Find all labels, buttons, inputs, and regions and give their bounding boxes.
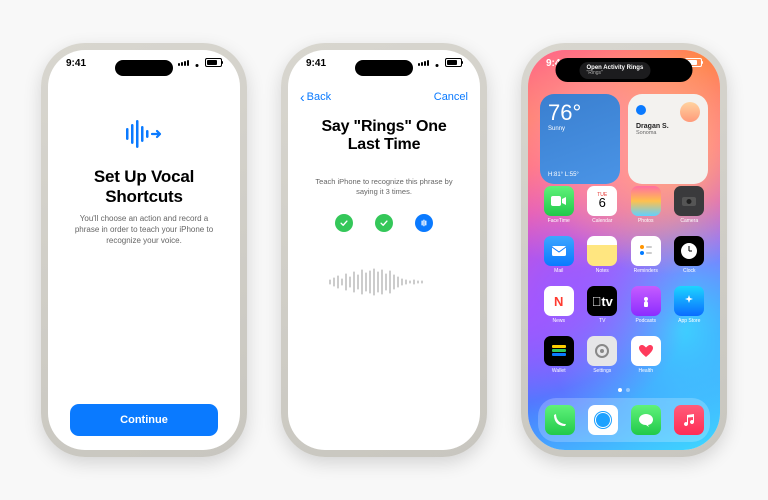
news-icon: N	[544, 286, 574, 316]
phone-setup: 9:41	[41, 43, 247, 457]
phone-record: 9:41 ‹ Back Cancel Say "Rings" One Last …	[281, 43, 487, 457]
status-indicators	[418, 58, 462, 67]
app-label: Health	[639, 368, 653, 374]
island-notification: Open Activity Rings "Rings"	[580, 62, 651, 79]
record-body: Teach iPhone to recognize this phrase by…	[308, 177, 460, 197]
wifi-icon	[432, 59, 442, 67]
app-label: Notes	[596, 268, 609, 274]
weather-temp: 76°	[548, 102, 612, 124]
tv-icon: tv	[587, 286, 617, 316]
app-reminders[interactable]: Reminders	[629, 236, 663, 274]
stage: 9:41	[0, 0, 768, 500]
weather-widget[interactable]: 76° Sunny H:81° L:55°	[540, 94, 620, 184]
record-progress	[335, 214, 433, 232]
findmy-location: Sonoma	[636, 130, 700, 136]
dynamic-island-expanded[interactable]: Open Activity Rings "Rings"	[556, 58, 693, 82]
appstore-icon	[674, 286, 704, 316]
dock-safari[interactable]	[588, 405, 618, 435]
record-title: Say "Rings" One Last Time	[308, 118, 460, 155]
dock	[538, 398, 710, 442]
phone-home: 9:41 Open Activity Rings "Rings" 76° Sun…	[521, 43, 727, 457]
waveform-icon	[324, 266, 444, 298]
app-photos[interactable]: Photos	[629, 186, 663, 224]
findmy-dot-icon	[636, 105, 646, 115]
page-indicator[interactable]	[528, 388, 720, 392]
continue-label: Continue	[120, 414, 168, 426]
facetime-icon	[544, 186, 574, 216]
settings-icon	[587, 336, 617, 366]
app-news[interactable]: N News	[542, 286, 576, 324]
reminders-icon	[631, 236, 661, 266]
continue-button[interactable]: Continue	[70, 404, 218, 436]
battery-icon	[445, 58, 462, 67]
notes-icon	[587, 236, 617, 266]
status-indicators	[178, 58, 222, 67]
wifi-icon	[192, 59, 202, 67]
cellular-icon	[418, 60, 429, 66]
app-health[interactable]: Health	[629, 336, 663, 374]
app-label: App Store	[678, 318, 700, 324]
app-label: Wallet	[552, 368, 566, 374]
app-label: Camera	[680, 218, 698, 224]
status-time: 9:41	[306, 58, 326, 69]
dynamic-island	[115, 60, 173, 76]
screen-setup: 9:41	[48, 50, 240, 450]
app-settings[interactable]: Settings	[586, 336, 620, 374]
battery-icon	[205, 58, 222, 67]
weather-cond: Sunny	[548, 126, 612, 132]
findmy-widget[interactable]: Dragan S. Sonoma	[628, 94, 708, 184]
cellular-icon	[178, 60, 189, 66]
app-clock[interactable]: Clock	[673, 236, 707, 274]
app-label: Calendar	[592, 218, 612, 224]
app-label: Mail	[554, 268, 563, 274]
dock-messages[interactable]	[631, 405, 661, 435]
avatar	[680, 102, 700, 122]
health-icon	[631, 336, 661, 366]
app-notes[interactable]: Notes	[586, 236, 620, 274]
island-subtitle: "Rings"	[587, 71, 644, 76]
step-3-recording	[415, 214, 433, 232]
app-label: Clock	[683, 268, 696, 274]
podcasts-icon	[631, 286, 661, 316]
status-time: 9:41	[66, 58, 86, 69]
app-tv[interactable]: tv TV	[586, 286, 620, 324]
app-label: FaceTime	[548, 218, 570, 224]
photos-icon	[631, 186, 661, 216]
app-label: TV	[599, 318, 605, 324]
app-wallet[interactable]: Wallet	[542, 336, 576, 374]
findmy-name: Dragan S.	[636, 123, 700, 130]
setup-title: Set Up Vocal Shortcuts	[70, 167, 218, 206]
calendar-icon: TUE6	[587, 186, 617, 216]
screen-home: 9:41 Open Activity Rings "Rings" 76° Sun…	[528, 50, 720, 450]
app-appstore[interactable]: App Store	[673, 286, 707, 324]
app-facetime[interactable]: FaceTime	[542, 186, 576, 224]
home-grid: FaceTime TUE6 Calendar Photos Camera Mail…	[542, 186, 706, 374]
app-podcasts[interactable]: Podcasts	[629, 286, 663, 324]
clock-icon	[674, 236, 704, 266]
app-camera[interactable]: Camera	[673, 186, 707, 224]
screen-record: 9:41 ‹ Back Cancel Say "Rings" One Last …	[288, 50, 480, 450]
app-mail[interactable]: Mail	[542, 236, 576, 274]
dock-music[interactable]	[674, 405, 704, 435]
dynamic-island	[355, 60, 413, 76]
step-2-done	[375, 214, 393, 232]
dock-phone[interactable]	[545, 405, 575, 435]
app-label: Settings	[593, 368, 611, 374]
voice-shortcut-icon	[122, 116, 166, 157]
camera-icon	[674, 186, 704, 216]
setup-body: You'll choose an action and record a phr…	[70, 214, 218, 246]
mail-icon	[544, 236, 574, 266]
wallet-icon	[544, 336, 574, 366]
app-label: Photos	[638, 218, 654, 224]
app-label: Podcasts	[635, 318, 656, 324]
widgets-row: 76° Sunny H:81° L:55° Dragan S. Sonoma	[540, 94, 708, 184]
app-calendar[interactable]: TUE6 Calendar	[586, 186, 620, 224]
app-label: Reminders	[634, 268, 658, 274]
weather-range: H:81° L:55°	[548, 172, 579, 178]
step-1-done	[335, 214, 353, 232]
app-label: News	[552, 318, 565, 324]
